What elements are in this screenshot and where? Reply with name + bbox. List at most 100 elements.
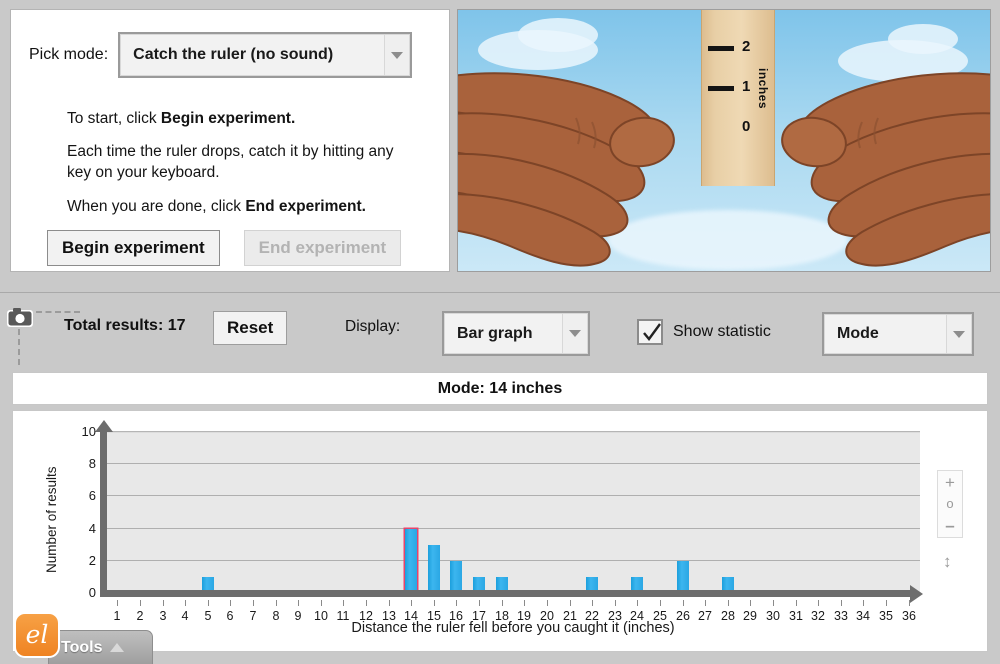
simulation-panel[interactable]: 2 1 0 inches	[457, 9, 991, 272]
chart-x-tick-label: 34	[856, 609, 870, 623]
show-statistic-control[interactable]: Show statistic	[637, 319, 771, 345]
chart-x-tick-label: 18	[495, 609, 509, 623]
begin-experiment-button[interactable]: Begin experiment	[47, 230, 220, 266]
tools-bar[interactable]: Tools	[48, 630, 153, 664]
chart-x-tick-mark	[343, 600, 344, 606]
statistic-header-text: Mode: 14 inches	[437, 379, 563, 397]
screenshot-guide-line	[36, 311, 80, 313]
chart-x-tick-label: 17	[472, 609, 486, 623]
chart-x-tick-mark	[592, 600, 593, 606]
chart-x-tick-mark	[479, 600, 480, 606]
chart-x-tick-label: 3	[159, 609, 167, 623]
chart-x-tick-mark	[750, 600, 751, 606]
chart-bar[interactable]	[677, 560, 689, 593]
chart-x-tick-label: 32	[811, 609, 825, 623]
total-results-label: Total results: 17	[64, 317, 186, 334]
statistic-select-value: Mode	[824, 314, 946, 354]
show-statistic-checkbox[interactable]	[637, 319, 663, 345]
chart-x-tick-label: 16	[449, 609, 463, 623]
chart-y-axis-label: Number of results	[44, 466, 59, 574]
instruction-line-1: To start, click Begin experiment.	[67, 109, 295, 130]
end-experiment-button[interactable]: End experiment	[243, 230, 402, 266]
pick-mode-label: Pick mode:	[29, 46, 109, 63]
chart-x-tick-mark	[321, 600, 322, 606]
zoom-reset-button[interactable]: o	[946, 497, 953, 510]
display-select[interactable]: Bar graph	[442, 311, 590, 356]
chart-x-tick-label: 21	[563, 609, 577, 623]
chart-x-tick-mark	[818, 600, 819, 606]
cloud-shape	[518, 18, 598, 52]
chart-x-tick-label: 30	[766, 609, 780, 623]
chart-gridline	[106, 495, 920, 497]
chart-x-tick-label: 31	[789, 609, 803, 623]
chart-bar[interactable]	[428, 544, 440, 593]
instruction-1-emphasis: Begin experiment.	[160, 110, 296, 127]
chart-x-tick-mark	[230, 600, 231, 606]
instruction-3-text: When you are done, click	[67, 198, 246, 215]
pick-mode-row: Pick mode: Catch the ruler (no sound)	[29, 32, 413, 78]
chart-x-tick-label: 28	[721, 609, 735, 623]
chart-x-tick-label: 23	[608, 609, 622, 623]
mode-select[interactable]: Catch the ruler (no sound)	[118, 32, 413, 78]
chart-x-tick-mark	[841, 600, 842, 606]
explorelearning-logo[interactable]: el	[14, 612, 60, 658]
chevron-down-icon[interactable]	[384, 34, 411, 76]
chart-x-tick-mark	[502, 600, 503, 606]
chart-plot-area[interactable]	[106, 431, 920, 593]
chart-x-tick-label: 24	[630, 609, 644, 623]
chart-x-tick-mark	[276, 600, 277, 606]
top-area: Pick mode: Catch the ruler (no sound) To…	[0, 0, 1000, 290]
chevron-up-icon[interactable]	[110, 643, 125, 652]
chart-x-tick-mark	[637, 600, 638, 606]
chart-x-tick-label: 29	[743, 609, 757, 623]
chart-x-tick-mark	[389, 600, 390, 606]
instruction-3-emphasis: End experiment.	[245, 198, 366, 215]
chart-y-tick-label: 6	[88, 488, 96, 504]
chart-x-tick-label: 35	[879, 609, 893, 623]
zoom-out-button[interactable]: –	[945, 517, 954, 534]
reset-button[interactable]: Reset	[213, 311, 288, 345]
zoom-controls[interactable]: + o –	[937, 470, 963, 538]
chart-x-tick-mark	[863, 600, 864, 606]
chart-bar[interactable]	[450, 560, 462, 593]
chart-gridline	[106, 527, 920, 529]
instruction-1-text: To start, click	[67, 110, 161, 127]
chart-x-tick-mark	[728, 600, 729, 606]
chart-gridline	[106, 559, 920, 561]
chart-x-tick-label: 10	[314, 609, 328, 623]
chart-x-tick-mark	[660, 600, 661, 606]
chart-x-tick-label: 8	[272, 609, 280, 623]
chart-x-tick-label: 25	[653, 609, 667, 623]
chart-x-tick-mark	[456, 600, 457, 606]
chart-bar[interactable]	[405, 528, 417, 593]
chart-x-tick-label: 33	[834, 609, 848, 623]
chart-x-tick-mark	[366, 600, 367, 606]
chart-x-tick-label: 12	[359, 609, 373, 623]
chevron-down-icon[interactable]	[562, 313, 588, 354]
left-hand-illustration	[458, 72, 675, 267]
chart-x-tick-mark	[253, 600, 254, 606]
screenshot-guide-line	[18, 329, 20, 365]
chart-x-tick-label: 4	[181, 609, 189, 623]
camera-icon[interactable]	[6, 306, 34, 328]
chart-x-tick-label: 13	[382, 609, 396, 623]
chart-x-tick-mark	[411, 600, 412, 606]
instruction-line-3: When you are done, click End experiment.	[67, 197, 366, 218]
experiment-button-row: Begin experiment End experiment	[47, 230, 402, 266]
chart-y-tick-label: 0	[88, 585, 96, 600]
right-hand-illustration	[781, 72, 990, 267]
chart-x-tick-mark	[615, 600, 616, 606]
chart-x-tick-label: 14	[404, 609, 418, 623]
vertical-scale-handle[interactable]: ↕	[943, 552, 952, 572]
chart-x-tick-label: 22	[585, 609, 599, 623]
chart-y-axis	[100, 428, 107, 596]
statistic-select[interactable]: Mode	[822, 312, 974, 356]
cloud-shape	[888, 24, 958, 54]
zoom-in-button[interactable]: +	[945, 474, 955, 491]
instruction-line-2: Each time the ruler drops, catch it by h…	[67, 143, 394, 181]
chart-x-tick-label: 27	[698, 609, 712, 623]
chevron-down-icon[interactable]	[946, 314, 972, 354]
chart-x-tick-label: 9	[294, 609, 302, 623]
chart-gridline	[106, 431, 920, 432]
chart-y-tick-label: 2	[88, 552, 96, 568]
